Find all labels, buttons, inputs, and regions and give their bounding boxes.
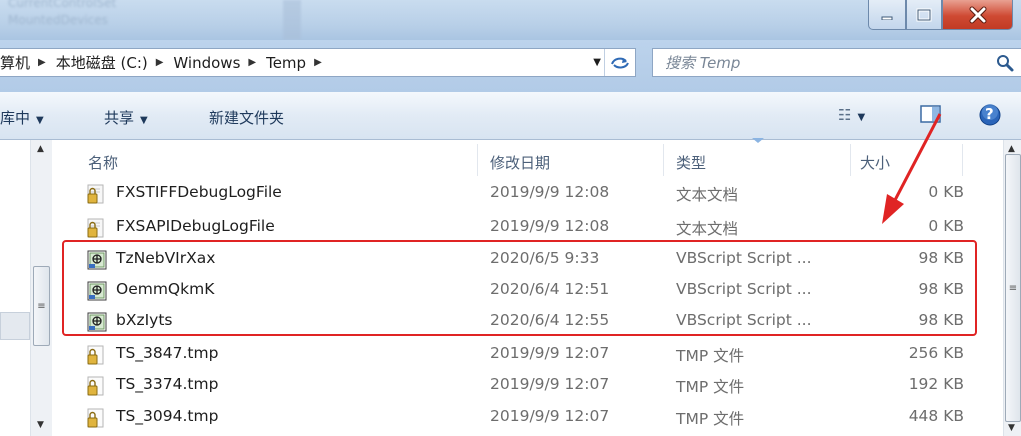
blurred-background-text: MountedDevices — [8, 13, 108, 27]
maximize-button[interactable] — [906, 0, 942, 30]
minimize-icon — [881, 16, 893, 20]
command-bar: 库中 ▼ 共享 ▼ 新建文件夹 ☷ ▼ ? — [0, 92, 1021, 140]
file-name: TS_3374.tmp — [116, 375, 219, 393]
file-row[interactable]: TS_3094.tmp 2019/9/9 12:07 TMP 文件 448 KB — [52, 402, 1003, 433]
file-type: TMP 文件 — [676, 378, 745, 396]
navigation-scroll-thumb[interactable]: ≡ — [33, 266, 50, 346]
breadcrumb-temp[interactable]: Temp — [266, 54, 306, 72]
breadcrumb-windows[interactable]: Windows — [173, 54, 240, 72]
address-bar[interactable]: 算机 ▶ 本地磁盘 (C:) ▶ Windows ▶ Temp ▶ ▼ — [0, 48, 636, 77]
column-header: 名称 修改日期 类型 大小 — [52, 138, 1003, 180]
close-button[interactable] — [942, 0, 1013, 30]
blurred-background-text: CurrentControlSet — [8, 0, 117, 10]
breadcrumb-separator-icon[interactable]: ▶ — [248, 57, 256, 68]
column-divider[interactable] — [962, 144, 963, 176]
window-titlebar: CurrentControlSet MountedDevices — [0, 0, 1021, 40]
share-label: 共享 — [104, 109, 135, 127]
column-header-date[interactable]: 修改日期 — [490, 152, 550, 173]
locked-file-icon — [87, 376, 104, 396]
file-size: 256 KB — [908, 344, 964, 362]
file-date: 2019/9/9 12:08 — [490, 217, 610, 235]
breadcrumb-computer[interactable]: 算机 — [0, 52, 30, 73]
search-box[interactable]: 搜索 Temp — [652, 48, 1021, 77]
breadcrumb-separator-icon[interactable]: ▶ — [38, 57, 46, 68]
new-folder-label: 新建文件夹 — [209, 109, 285, 127]
navigation-pane: ▲ ≡ ▼ — [0, 140, 52, 436]
column-header-type[interactable]: 类型 — [676, 152, 706, 173]
file-type: 文本文档 — [676, 186, 739, 204]
navigation-pane-scrollbar[interactable]: ▲ ≡ ▼ — [30, 140, 52, 436]
file-date: 2019/9/9 12:07 — [490, 344, 610, 362]
file-date: 2019/9/9 12:07 — [490, 407, 610, 425]
chevron-down-icon: ▼ — [36, 115, 44, 126]
include-in-library-button[interactable]: 库中 ▼ — [0, 107, 44, 128]
help-glyph: ? — [985, 105, 994, 123]
file-type: TMP 文件 — [676, 410, 745, 428]
locked-text-file-icon — [87, 184, 104, 204]
file-name: FXSAPIDebugLogFile — [116, 217, 275, 235]
address-history-dropdown-icon[interactable]: ▼ — [593, 57, 601, 68]
file-list-scroll-thumb[interactable]: ≡ — [1005, 154, 1021, 422]
column-divider[interactable] — [850, 144, 851, 176]
locked-text-file-icon — [87, 218, 104, 238]
view-list-icon: ☷ — [838, 106, 852, 124]
grip-icon: ≡ — [1008, 282, 1018, 294]
minimize-button[interactable] — [868, 0, 906, 30]
refresh-icon — [611, 57, 629, 68]
file-size: 192 KB — [908, 375, 964, 393]
file-name: TS_3094.tmp — [116, 407, 219, 425]
scroll-up-icon[interactable]: ▲ — [37, 144, 44, 154]
scroll-up-icon[interactable]: ▲ — [1008, 144, 1015, 154]
blurred-background-bar — [283, 0, 301, 40]
file-name: FXSTIFFDebugLogFile — [116, 183, 282, 201]
navigation-pane-item[interactable] — [0, 312, 30, 340]
breadcrumb-separator-icon[interactable]: ▶ — [314, 57, 322, 68]
maximize-icon — [916, 8, 932, 21]
change-view-button[interactable]: ☷ ▼ — [838, 106, 865, 124]
file-type: 文本文档 — [676, 220, 739, 238]
sort-indicator-icon — [752, 138, 764, 143]
file-date: 2019/9/9 12:07 — [490, 375, 610, 393]
scroll-down-icon[interactable]: ▼ — [1008, 423, 1015, 433]
locked-file-icon — [87, 408, 104, 428]
locked-file-icon — [87, 345, 104, 365]
breadcrumb-local-disk[interactable]: 本地磁盘 (C:) — [56, 52, 148, 73]
grip-icon: ≡ — [37, 300, 46, 312]
refresh-button[interactable] — [604, 49, 635, 76]
scroll-down-icon[interactable]: ▼ — [37, 420, 44, 430]
file-row[interactable]: TS_3374.tmp 2019/9/9 12:07 TMP 文件 192 KB — [52, 370, 1003, 401]
highlight-box — [62, 240, 977, 336]
column-header-name[interactable]: 名称 — [88, 152, 118, 173]
file-date: 2019/9/9 12:08 — [490, 183, 610, 201]
file-row[interactable]: FXSTIFFDebugLogFile 2019/9/9 12:08 文本文档 … — [52, 178, 1003, 209]
navigation-bar: 算机 ▶ 本地磁盘 (C:) ▶ Windows ▶ Temp ▶ ▼ 搜索 T… — [0, 40, 1021, 92]
file-size: 448 KB — [908, 407, 964, 425]
file-name: TS_3847.tmp — [116, 344, 219, 362]
search-icon[interactable] — [995, 53, 1015, 73]
annotation-arrow-icon — [882, 113, 942, 224]
file-type: TMP 文件 — [676, 347, 745, 365]
column-divider[interactable] — [477, 144, 478, 176]
share-button[interactable]: 共享 ▼ — [104, 107, 148, 128]
chevron-down-icon: ▼ — [857, 112, 866, 123]
new-folder-button[interactable]: 新建文件夹 — [209, 107, 284, 128]
breadcrumb-separator-icon[interactable]: ▶ — [156, 57, 164, 68]
file-row[interactable]: FXSAPIDebugLogFile 2019/9/9 12:08 文本文档 0… — [52, 212, 1003, 243]
file-row[interactable]: TS_3847.tmp 2019/9/9 12:07 TMP 文件 256 KB — [52, 339, 1003, 370]
column-divider[interactable] — [663, 144, 664, 176]
include-in-library-label: 库中 — [0, 109, 31, 127]
help-button[interactable]: ? — [979, 104, 1001, 130]
chevron-down-icon: ▼ — [140, 115, 148, 126]
search-placeholder[interactable]: 搜索 Temp — [665, 52, 740, 73]
file-list-scrollbar[interactable]: ▲ ≡ ▼ — [1003, 140, 1021, 436]
close-icon — [969, 6, 986, 23]
